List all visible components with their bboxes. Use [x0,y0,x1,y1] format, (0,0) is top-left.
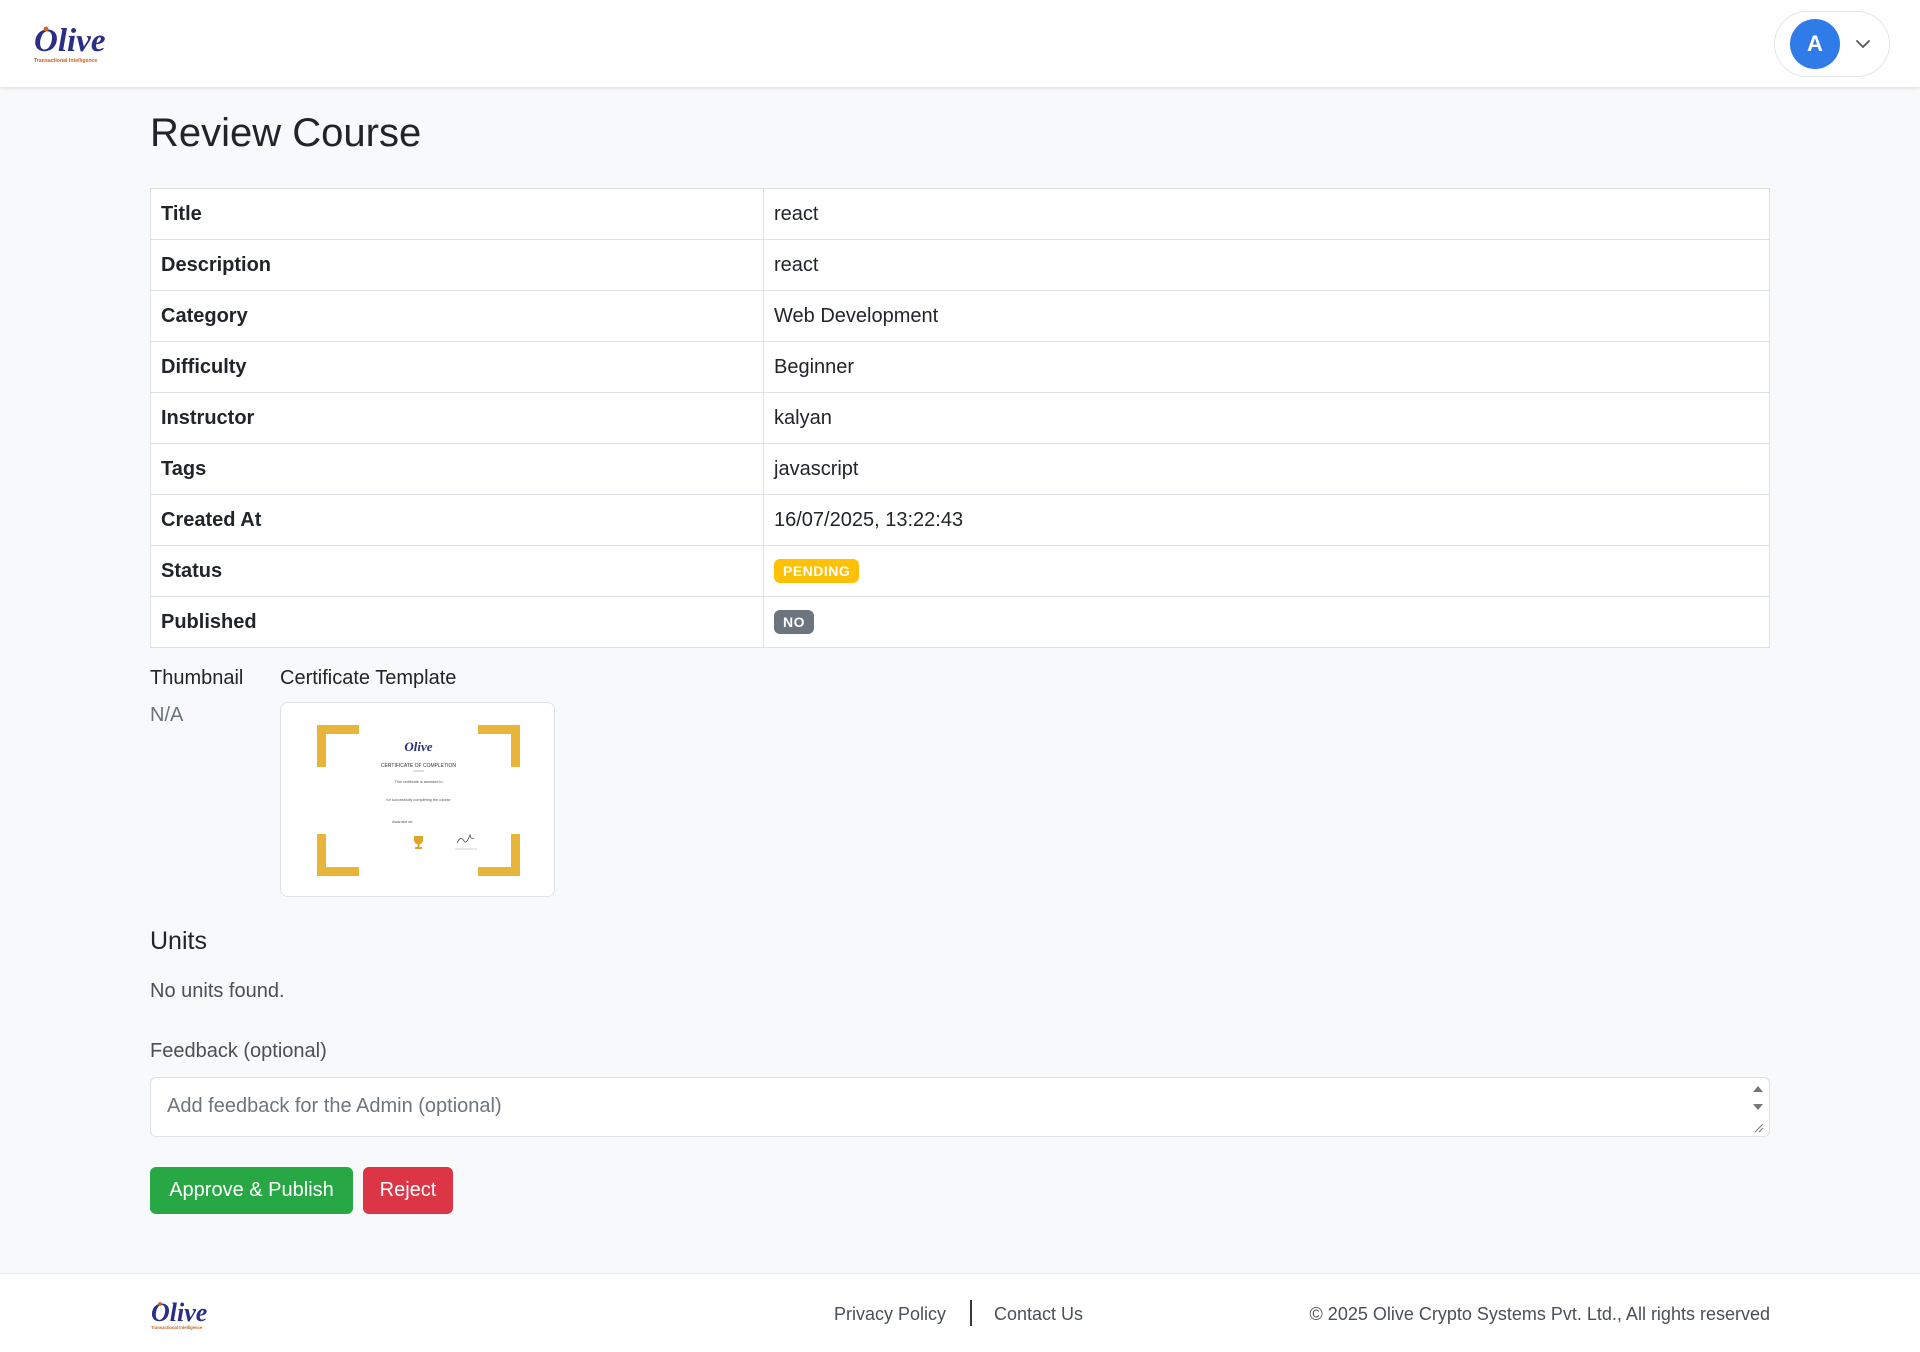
detail-value: javascript [763,443,1770,495]
profile-menu-button[interactable]: A [1774,11,1890,77]
svg-text:for successfully completing th: for successfully completing the course [386,798,450,802]
table-row: Description react [150,239,1770,291]
thumbnail-label: Thumbnail [150,667,244,689]
privacy-policy-link[interactable]: Privacy Policy [834,1304,946,1325]
course-details-table: Title react Description react Category W… [150,188,1770,648]
table-row: Tags javascript [150,443,1770,495]
svg-text:This certificate is awarded to: This certificate is awarded to [394,780,442,784]
table-row: Status PENDING [150,545,1770,597]
feedback-label: Feedback (optional) [150,1040,327,1062]
feedback-textarea[interactable] [151,1078,1769,1136]
detail-value-cell: PENDING [763,545,1770,597]
detail-value: 16/07/2025, 13:22:43 [763,494,1770,546]
table-row: Instructor kalyan [150,392,1770,444]
top-navbar: Olive Transactional Intelligence A [0,0,1920,87]
svg-text:Awarded on:: Awarded on: [392,820,413,824]
detail-label: Created At [150,494,764,546]
detail-label: Published [150,596,764,648]
table-row: Created At 16/07/2025, 13:22:43 [150,494,1770,546]
chevron-down-icon [1856,40,1870,48]
table-row: Published NO [150,596,1770,648]
units-empty-text: No units found. [150,980,285,1002]
table-row: Title react [150,188,1770,240]
published-badge: NO [774,610,814,634]
detail-label: Description [150,239,764,291]
contact-us-link[interactable]: Contact Us [994,1304,1083,1325]
avatar: A [1790,19,1840,69]
table-row: Difficulty Beginner [150,341,1770,393]
olive-logo[interactable]: Olive Transactional Intelligence [32,20,124,68]
approve-publish-button[interactable]: Approve & Publish [150,1167,353,1214]
svg-text:Olive: Olive [404,739,432,754]
reject-button[interactable]: Reject [363,1167,453,1214]
footer: Olive Transactional Intelligence Privacy… [0,1273,1920,1352]
footer-olive-logo[interactable]: Olive Transactional Intelligence [150,1297,222,1333]
detail-value-cell: NO [763,596,1770,648]
svg-text:Transactional Intelligence: Transactional Intelligence [34,58,98,64]
certificate-template-preview[interactable]: Olive CERTIFICATE OF COMPLETION This cer… [280,702,555,897]
certificate-image: Olive CERTIFICATE OF COMPLETION This cer… [281,703,554,896]
certificate-template-label: Certificate Template [280,667,457,689]
detail-label: Title [150,188,764,240]
detail-label: Difficulty [150,341,764,393]
detail-label: Status [150,545,764,597]
detail-value: Beginner [763,341,1770,393]
detail-value: Web Development [763,290,1770,342]
detail-label: Tags [150,443,764,495]
feedback-field-wrapper [150,1077,1770,1137]
detail-value: react [763,188,1770,240]
status-badge: PENDING [774,559,860,583]
page-title: Review Course [150,111,422,155]
thumbnail-value: N/A [150,704,184,726]
units-heading: Units [150,927,207,955]
textarea-scroll-arrows-icon[interactable] [1751,1082,1765,1134]
svg-text:Transactional Intelligence: Transactional Intelligence [151,1325,203,1330]
detail-label: Category [150,290,764,342]
footer-divider [970,1300,972,1326]
detail-value: react [763,239,1770,291]
copyright-text: © 2025 Olive Crypto Systems Pvt. Ltd., A… [1309,1304,1770,1324]
svg-text:CERTIFICATE OF COMPLETION: CERTIFICATE OF COMPLETION [381,763,456,769]
table-row: Category Web Development [150,290,1770,342]
detail-label: Instructor [150,392,764,444]
detail-value: kalyan [763,392,1770,444]
